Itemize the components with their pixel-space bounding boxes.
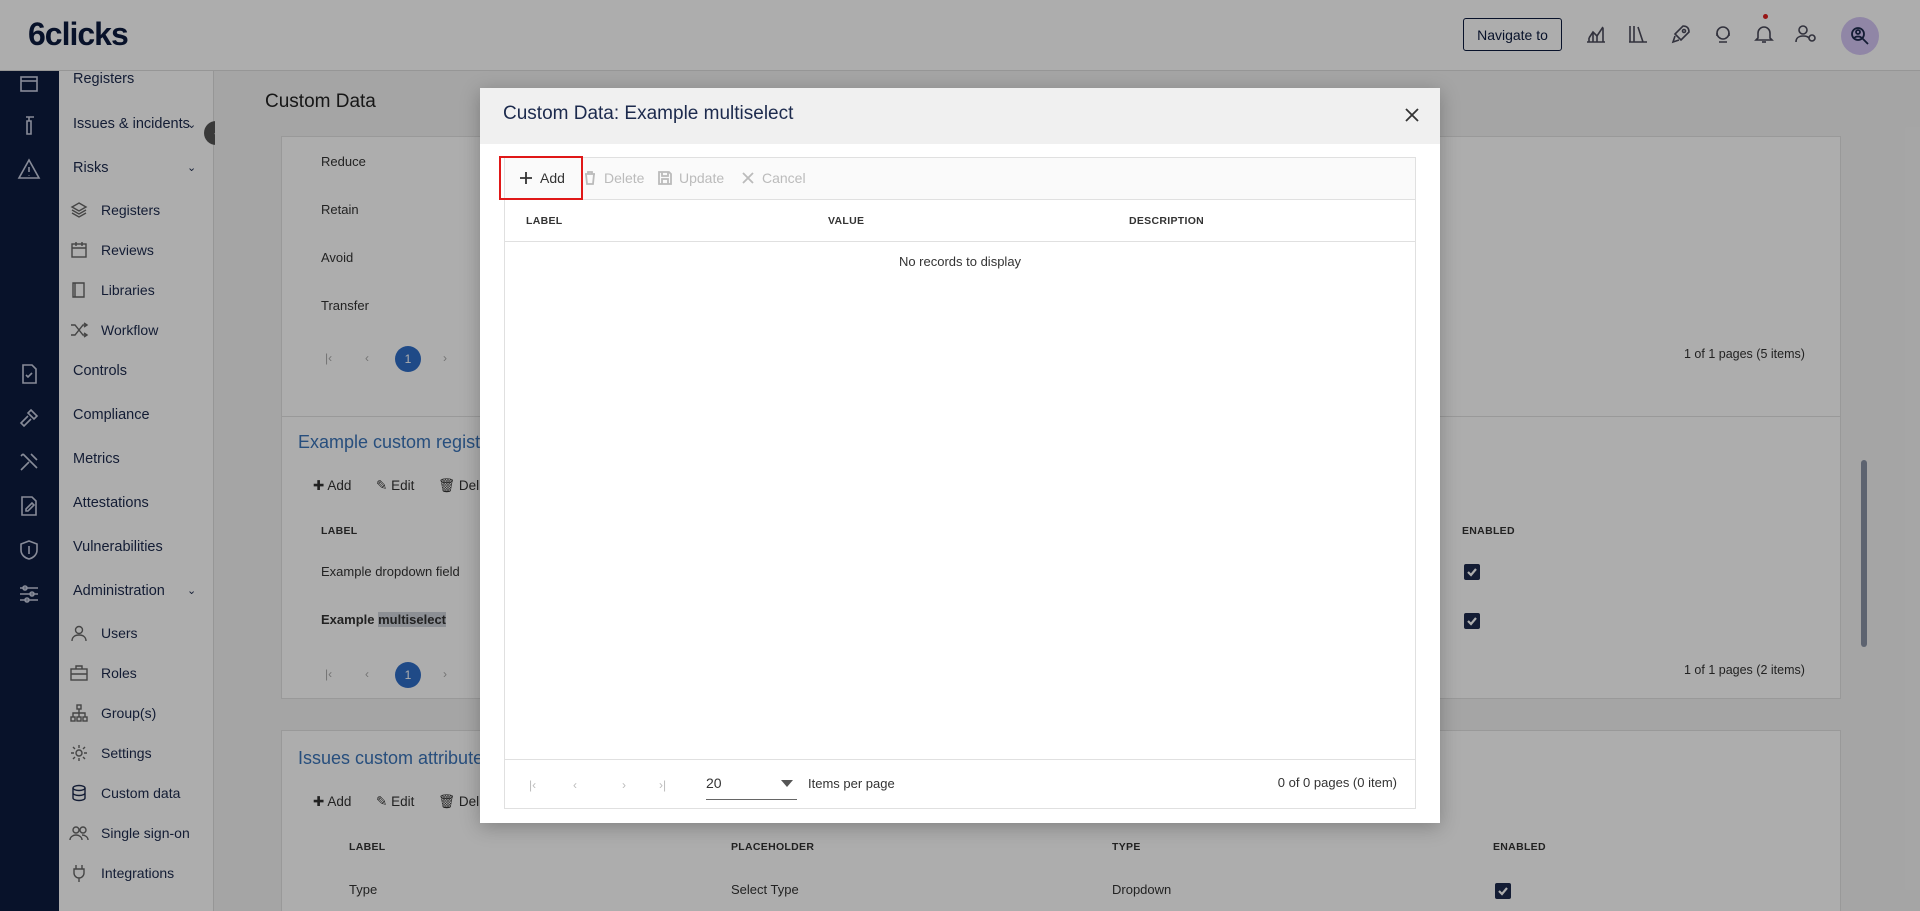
modal-header: Custom Data: Example multiselect <box>480 88 1440 144</box>
cancel-icon <box>741 171 755 185</box>
delete-button[interactable]: Delete <box>583 170 644 186</box>
modal-title: Custom Data: Example multiselect <box>503 103 794 124</box>
prev-page-icon[interactable]: ‹ <box>573 778 577 792</box>
items-per-page-label: Items per page <box>808 776 895 791</box>
save-icon <box>658 171 672 185</box>
grid-header: LABEL VALUE DESCRIPTION <box>505 200 1415 242</box>
cancel-button[interactable]: Cancel <box>741 170 806 186</box>
last-page-icon[interactable]: ›| <box>659 778 666 792</box>
update-button[interactable]: Update <box>658 170 724 186</box>
page-size-dropdown[interactable]: 20 <box>706 772 797 800</box>
close-icon[interactable] <box>1401 104 1423 126</box>
column-header-label[interactable]: LABEL <box>526 215 563 227</box>
custom-data-grid: Add Delete Update Cancel LABEL VALUE DES… <box>499 156 1416 809</box>
custom-data-modal: Custom Data: Example multiselect Add Del… <box>480 88 1440 823</box>
pager-info: 0 of 0 pages (0 item) <box>1277 775 1397 790</box>
empty-message: No records to display <box>898 254 1022 269</box>
first-page-icon[interactable]: |‹ <box>529 778 536 792</box>
grid-toolbar: Add Delete Update Cancel <box>499 156 1415 200</box>
column-header-value[interactable]: VALUE <box>828 215 864 227</box>
chevron-down-icon <box>781 780 793 787</box>
highlight-box <box>499 156 583 200</box>
column-header-description[interactable]: DESCRIPTION <box>1129 215 1204 227</box>
trash-icon <box>583 171 597 185</box>
grid-pager: |‹ ‹ › ›| 20 Items per page 0 of 0 pages… <box>505 759 1415 809</box>
next-page-icon[interactable]: › <box>622 778 626 792</box>
